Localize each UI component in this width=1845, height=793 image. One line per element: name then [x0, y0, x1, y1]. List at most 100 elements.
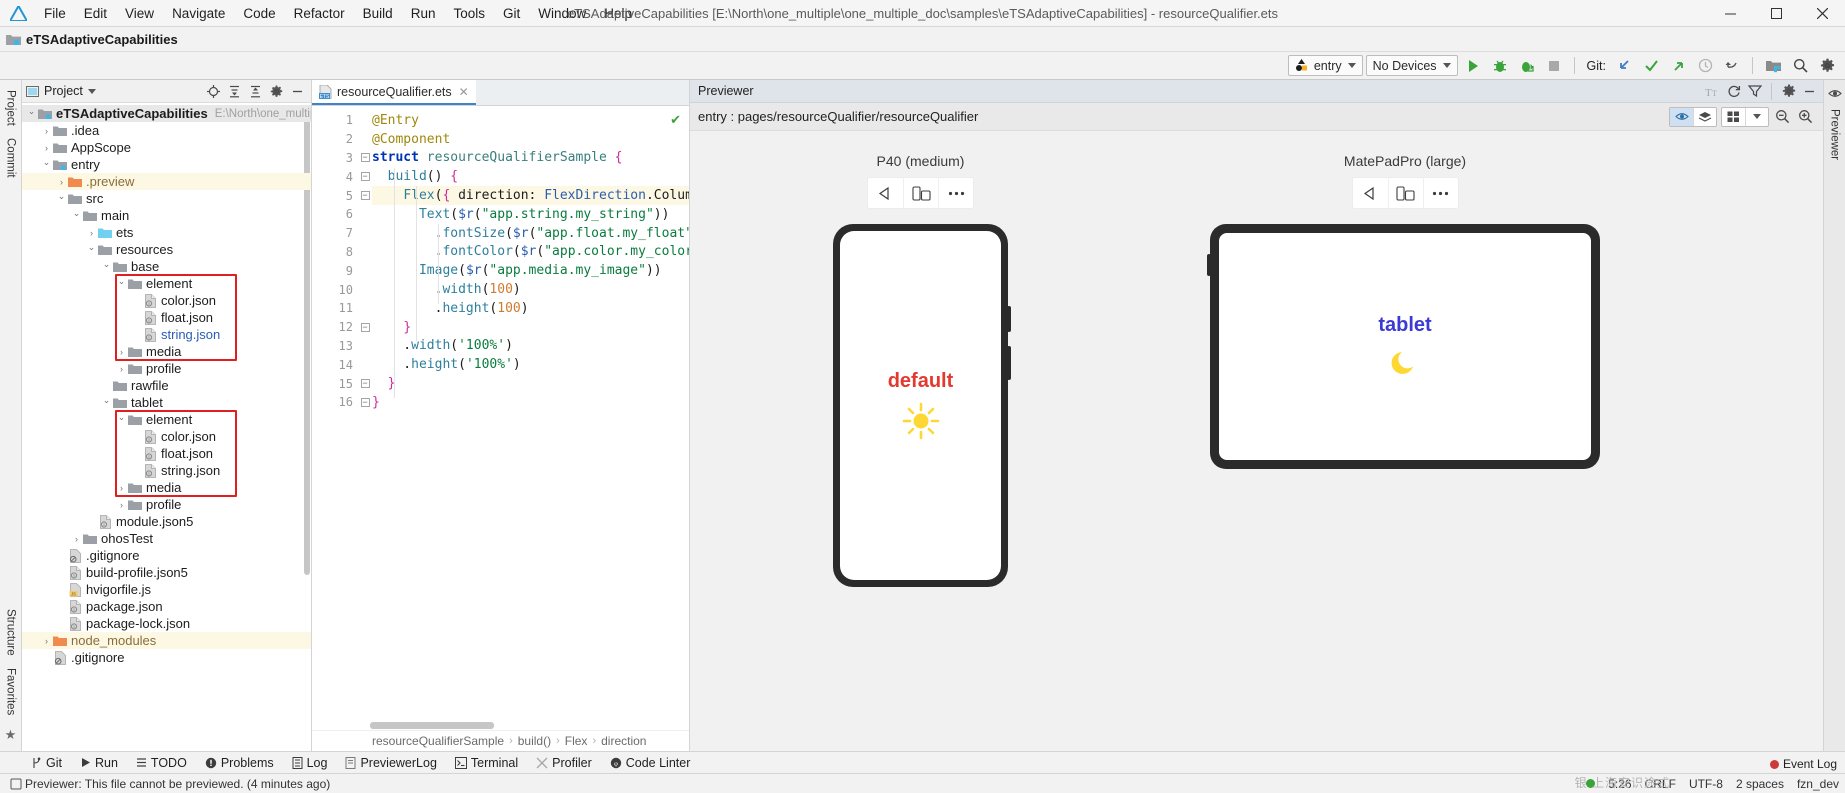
tree-node-main[interactable]: ⌄ main: [22, 207, 311, 224]
sidebar-tab-favorites[interactable]: Favorites: [2, 662, 20, 721]
tool-window-git[interactable]: Git: [22, 752, 71, 774]
inspection-ok-icon[interactable]: ✔: [670, 112, 681, 128]
hide-panel-icon[interactable]: [288, 82, 307, 101]
tree-node--gitignore[interactable]: .gitignore: [22, 649, 311, 666]
code-line[interactable]: .fontColor($r("app.color.my_color")): [372, 243, 689, 262]
code-line[interactable]: Text($r("app.string.my_string")): [372, 205, 689, 224]
hide-panel-icon[interactable]: [1800, 82, 1819, 101]
tree-node--idea[interactable]: › .idea: [22, 122, 311, 139]
tree-node--gitignore[interactable]: .gitignore: [22, 547, 311, 564]
tree-node-entry[interactable]: ⌄ entry: [22, 156, 311, 173]
code-line[interactable]: .fontSize($r("app.float.my_float")): [372, 224, 689, 243]
zoom-in-icon[interactable]: [1796, 107, 1815, 126]
tree-node-resources[interactable]: ⌄ resources: [22, 241, 311, 258]
code-line[interactable]: @Entry: [372, 111, 689, 130]
tree-node-hvigorfile-js[interactable]: JS hvigorfile.js: [22, 581, 311, 598]
chevron-down-icon[interactable]: ⌄: [101, 259, 112, 270]
breadcrumb-item[interactable]: resourceQualifierSample: [372, 734, 504, 748]
code-line[interactable]: . height(100): [372, 299, 689, 318]
menu-code[interactable]: Code: [234, 3, 284, 24]
sidebar-tab-commit[interactable]: Commit: [2, 132, 20, 184]
project-panel-title[interactable]: Project: [44, 84, 83, 98]
git-update-button[interactable]: [1612, 55, 1636, 77]
code-content[interactable]: @Entry @Component struct resourceQualifier…: [372, 106, 689, 721]
chevron-right-icon[interactable]: ›: [71, 534, 82, 544]
tree-node-color-json[interactable]: {} color.json: [22, 292, 311, 309]
refresh-icon[interactable]: [1724, 82, 1743, 101]
code-line[interactable]: build() {: [372, 167, 689, 186]
editor-breadcrumb[interactable]: resourceQualifierSample › build() › Flex › dir…: [312, 730, 689, 751]
tree-node-package-lock-json[interactable]: {} package-lock.json: [22, 615, 311, 632]
menu-view[interactable]: View: [116, 3, 163, 24]
menu-help[interactable]: Help: [595, 3, 641, 24]
code-line[interactable]: }: [372, 318, 689, 337]
chevron-right-icon[interactable]: ›: [116, 364, 127, 374]
rotate-icon[interactable]: [868, 178, 903, 208]
tree-node-string-json[interactable]: {} string.json: [22, 326, 311, 343]
code-line[interactable]: . width('100%'): [372, 337, 689, 356]
tree-node-ets[interactable]: › ets: [22, 224, 311, 241]
tree-node-node-modules[interactable]: › node_modules: [22, 632, 311, 649]
expand-all-icon[interactable]: [225, 82, 244, 101]
code-line[interactable]: }: [372, 374, 689, 393]
preview-layers-icon[interactable]: [1693, 107, 1716, 126]
tree-node-package-json[interactable]: {} package.json: [22, 598, 311, 615]
code-line[interactable]: . height('100%'): [372, 355, 689, 374]
tool-window-run[interactable]: Run: [71, 752, 127, 774]
menu-git[interactable]: Git: [494, 3, 529, 24]
maximize-button[interactable]: [1753, 0, 1799, 27]
tree-node-profile[interactable]: › profile: [22, 496, 311, 513]
menu-navigate[interactable]: Navigate: [163, 3, 234, 24]
chevron-right-icon[interactable]: ›: [116, 500, 127, 510]
tool-window-code-linter[interactable]: φ Code Linter: [601, 752, 700, 774]
zoom-out-icon[interactable]: [1773, 107, 1792, 126]
tool-window-todo[interactable]: TODO: [127, 752, 196, 774]
menu-run[interactable]: Run: [402, 3, 445, 24]
chevron-down-icon[interactable]: ⌄: [116, 412, 127, 423]
more-icon[interactable]: [1422, 178, 1458, 208]
device-selector[interactable]: No Devices: [1365, 55, 1458, 76]
tree-node-float-json[interactable]: {} float.json: [22, 309, 311, 326]
collapse-all-icon[interactable]: [246, 82, 265, 101]
fold-gutter[interactable]: − − − − − −: [358, 106, 372, 721]
tree-node-build-profile-json5[interactable]: {} build-profile.json5: [22, 564, 311, 581]
run-configuration-selector[interactable]: entry: [1287, 55, 1363, 76]
chevron-down-icon[interactable]: [87, 88, 96, 94]
breadcrumb-item[interactable]: Flex: [565, 734, 588, 748]
tree-node-module-json5[interactable]: {} module.json5: [22, 513, 311, 530]
fold-toggle-icon[interactable]: −: [358, 149, 372, 168]
grid-layout-icon[interactable]: [1722, 108, 1745, 126]
previewer-canvas[interactable]: P40 (medium) default MatePadPro (large) …: [690, 131, 1823, 751]
tree-node-appscope[interactable]: › AppScope: [22, 139, 311, 156]
gear-icon[interactable]: [1815, 55, 1839, 77]
fold-toggle-icon[interactable]: −: [358, 186, 372, 205]
chevron-right-icon[interactable]: ›: [41, 636, 52, 646]
tree-node-tablet[interactable]: ⌄ tablet: [22, 394, 311, 411]
close-button[interactable]: [1799, 0, 1845, 27]
breadcrumb-item[interactable]: direction: [601, 734, 646, 748]
fold-toggle-icon[interactable]: −: [358, 374, 372, 393]
code-line[interactable]: Image($r("app.media.my_image")): [372, 261, 689, 280]
breadcrumb-item[interactable]: build(): [518, 734, 551, 748]
tree-node-media[interactable]: › media: [22, 479, 311, 496]
chevron-down-icon[interactable]: [1745, 107, 1768, 126]
file-encoding[interactable]: UTF-8: [1689, 777, 1723, 791]
chevron-down-icon[interactable]: ⌄: [26, 106, 37, 117]
font-size-icon[interactable]: TT: [1703, 82, 1722, 101]
chevron-right-icon[interactable]: ›: [86, 228, 97, 238]
tree-node-src[interactable]: ⌄ src: [22, 190, 311, 207]
tree-node-etsadaptivecapabilities[interactable]: ⌄ eTSAdaptiveCapabilities E:\North\one_mul…: [22, 105, 311, 122]
chevron-right-icon[interactable]: ›: [41, 126, 52, 136]
editor-horizontal-scrollbar[interactable]: [312, 721, 689, 730]
more-icon[interactable]: [938, 178, 973, 208]
search-icon[interactable]: [1788, 55, 1812, 77]
tablet-screen[interactable]: tablet: [1219, 233, 1591, 460]
menu-file[interactable]: File: [35, 3, 75, 24]
preview-eye-icon[interactable]: [1670, 107, 1693, 126]
status-message[interactable]: Previewer: This file cannot be previewed…: [25, 777, 330, 791]
tree-node-string-json[interactable]: {} string.json: [22, 462, 311, 479]
multi-device-icon[interactable]: [903, 178, 938, 208]
run-button[interactable]: [1461, 55, 1485, 77]
chevron-right-icon[interactable]: ›: [41, 143, 52, 153]
tree-node-profile[interactable]: › profile: [22, 360, 311, 377]
